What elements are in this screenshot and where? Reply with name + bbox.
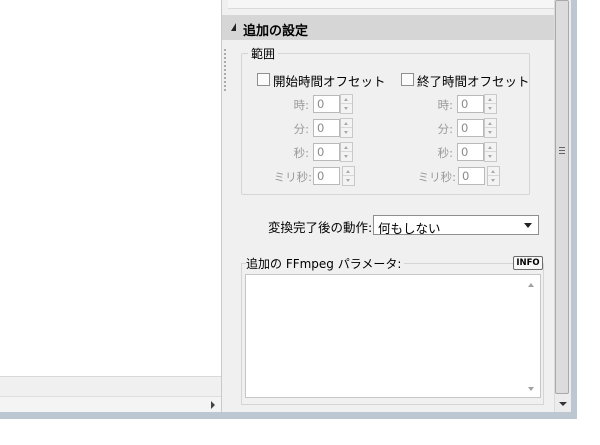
left-pane bbox=[0, 0, 222, 412]
triangle-down-icon bbox=[231, 23, 236, 31]
end-offset-checkbox[interactable] bbox=[401, 73, 414, 86]
chevron-down-icon bbox=[524, 223, 532, 228]
left-horizontal-scrollbar[interactable] bbox=[0, 396, 221, 413]
info-button[interactable]: INFO bbox=[513, 256, 543, 270]
scrollbar-thumb[interactable] bbox=[555, 0, 569, 394]
start-hours-input[interactable]: 0 bbox=[313, 95, 340, 113]
start-seconds-input[interactable]: 0 bbox=[313, 143, 340, 161]
desktop-background bbox=[0, 419, 600, 445]
end-seconds-label: 秒: bbox=[437, 146, 453, 160]
end-offset-label: 終了時間オフセット bbox=[417, 74, 530, 89]
spin-arrows-icon[interactable] bbox=[484, 142, 497, 162]
end-hours-label: 時: bbox=[437, 98, 453, 112]
window-frame-bottom bbox=[0, 412, 577, 419]
spin-arrows-icon[interactable] bbox=[484, 118, 497, 138]
after-conversion-label: 変換完了後の動作: bbox=[268, 220, 373, 235]
previous-section-edge bbox=[228, 0, 554, 9]
end-milliseconds-input[interactable]: 0 bbox=[458, 167, 485, 185]
spin-arrows-icon[interactable] bbox=[484, 94, 497, 114]
start-offset-label: 開始時間オフセット bbox=[273, 74, 386, 89]
range-group-label: 範囲 bbox=[248, 45, 279, 62]
start-milliseconds-label: ミリ秒: bbox=[273, 170, 312, 184]
start-minutes-input[interactable]: 0 bbox=[313, 119, 340, 137]
arrow-right-icon[interactable] bbox=[211, 401, 215, 409]
start-offset-checkbox[interactable] bbox=[257, 73, 270, 86]
start-milliseconds-input[interactable]: 0 bbox=[313, 167, 340, 185]
scroll-down-arrow-icon[interactable] bbox=[559, 402, 567, 406]
section-header-additional-settings[interactable]: 追加の設定 bbox=[222, 15, 554, 40]
scroll-up-icon[interactable] bbox=[528, 283, 534, 287]
ffmpeg-params-textarea[interactable] bbox=[245, 274, 541, 398]
grip-icon bbox=[559, 147, 565, 155]
splitter-grip[interactable] bbox=[223, 48, 227, 92]
after-conversion-select[interactable]: 何もしない bbox=[373, 215, 539, 236]
left-status-strip bbox=[0, 376, 221, 397]
end-hours-input[interactable]: 0 bbox=[457, 95, 484, 113]
end-seconds-input[interactable]: 0 bbox=[457, 143, 484, 161]
spin-arrows-icon[interactable] bbox=[340, 94, 353, 114]
start-seconds-label: 秒: bbox=[293, 146, 309, 160]
spin-arrows-icon[interactable] bbox=[342, 166, 355, 186]
spin-arrows-icon[interactable] bbox=[340, 118, 353, 138]
start-hours-label: 時: bbox=[293, 98, 309, 112]
scroll-down-icon[interactable] bbox=[528, 387, 534, 391]
spin-arrows-icon[interactable] bbox=[340, 142, 353, 162]
section-title: 追加の設定 bbox=[243, 24, 309, 39]
end-milliseconds-label: ミリ秒: bbox=[417, 170, 456, 184]
end-minutes-label: 分: bbox=[437, 122, 453, 136]
desktop-background bbox=[577, 0, 600, 445]
end-minutes-input[interactable]: 0 bbox=[457, 119, 484, 137]
after-conversion-value: 何もしない bbox=[378, 221, 441, 236]
textarea-scrollbar[interactable] bbox=[523, 275, 540, 397]
ffmpeg-params-label: 追加の FFmpeg パラメータ: bbox=[246, 255, 405, 272]
spin-arrows-icon[interactable] bbox=[487, 166, 500, 186]
start-minutes-label: 分: bbox=[293, 122, 309, 136]
